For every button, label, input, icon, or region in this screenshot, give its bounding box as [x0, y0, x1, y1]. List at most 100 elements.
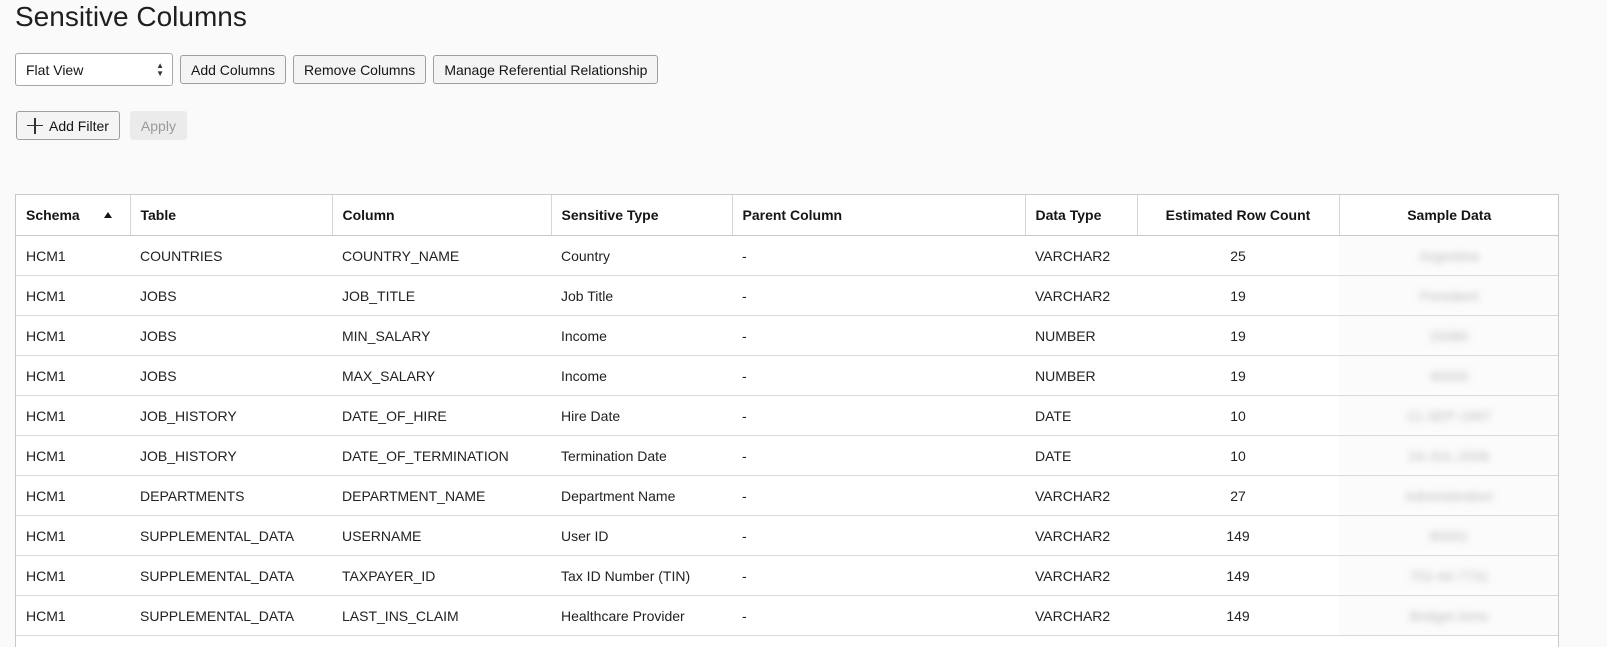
cell-estimated-row-count: 19: [1137, 275, 1339, 316]
sample-data-value: Bridget Aims: [1409, 607, 1489, 624]
table-row[interactable]: HCM1 SUPPLEMENTAL_DATA TAXPAYER_ID Tax ID N…: [16, 555, 1558, 596]
cell-table: SUPPLEMENTAL_DATA: [130, 555, 332, 596]
cell-parent-column: -: [732, 595, 1025, 636]
cell-sample-data: 21-SEP-1997: [1339, 395, 1558, 436]
header-sensitive-type[interactable]: Sensitive Type: [551, 195, 733, 236]
cell-parent-column: -: [732, 315, 1025, 356]
header-sample-data[interactable]: Sample Data: [1339, 195, 1558, 236]
sample-data-value: 21-SEP-1997: [1406, 407, 1492, 424]
cell-parent-column: -: [732, 355, 1025, 396]
view-select-value: Flat View: [26, 61, 84, 78]
cell-sample-data: 80001: [1339, 515, 1558, 556]
sort-ascending-icon[interactable]: [103, 212, 112, 218]
cell-sample-data: 20080: [1339, 315, 1558, 356]
cell-schema: HCM1: [16, 435, 130, 476]
cell-schema: HCM1: [16, 355, 130, 396]
cell-parent-column: -: [732, 235, 1025, 276]
cell-data-type: VARCHAR2: [1025, 235, 1137, 276]
sample-data-value: 24-JUL-2006: [1408, 447, 1490, 464]
cell-data-type: VARCHAR2: [1025, 555, 1137, 596]
cell-estimated-row-count: 25: [1137, 235, 1339, 276]
apply-button[interactable]: Apply: [129, 111, 187, 140]
table-header-row: Schema Table Column Sensitive Type Paren…: [16, 195, 1558, 236]
add-columns-button[interactable]: Add Columns: [180, 55, 287, 84]
header-data-type[interactable]: Data Type: [1025, 195, 1138, 236]
table-row[interactable]: HCM1 JOBS MAX_SALARY Income - NUMBER 19 40000: [16, 355, 1558, 396]
table-row[interactable]: HCM1 JOB_HISTORY DATE_OF_HIRE Hire Date - DAT…: [16, 395, 1558, 436]
cell-sensitive-type: Termination Date: [551, 435, 732, 476]
table-body: HCM1 COUNTRIES COUNTRY_NAME Country - VARCHAR…: [16, 235, 1558, 636]
sample-data-value: 702-44-7731: [1409, 567, 1489, 584]
cell-schema: HCM1: [16, 275, 130, 316]
cell-table: SUPPLEMENTAL_DATA: [130, 595, 332, 636]
cell-schema: HCM1: [16, 595, 130, 636]
cell-table: JOBS: [130, 355, 332, 396]
sample-data-value: Administration: [1404, 487, 1494, 504]
cell-column: JOB_TITLE: [332, 275, 551, 316]
cell-sample-data: Bridget Aims: [1339, 595, 1558, 636]
cell-data-type: VARCHAR2: [1025, 475, 1137, 516]
cell-column: TAXPAYER_ID: [332, 555, 551, 596]
cell-sensitive-type: Job Title: [551, 275, 732, 316]
table-row[interactable]: HCM1 SUPPLEMENTAL_DATA LAST_INS_CLAIM Healt…: [16, 595, 1558, 636]
header-estimated-row-count[interactable]: Estimated Row Count: [1137, 195, 1340, 236]
cell-sample-data: Administration: [1339, 475, 1558, 516]
cell-estimated-row-count: 149: [1137, 555, 1339, 596]
cell-column: DATE_OF_TERMINATION: [332, 435, 551, 476]
view-select[interactable]: Flat View ▲ ▼: [15, 53, 173, 86]
cell-table: JOB_HISTORY: [130, 395, 332, 436]
cell-data-type: NUMBER: [1025, 355, 1137, 396]
cell-estimated-row-count: 149: [1137, 595, 1339, 636]
cell-data-type: VARCHAR2: [1025, 515, 1137, 556]
cell-parent-column: -: [732, 435, 1025, 476]
cell-schema: HCM1: [16, 475, 130, 516]
cell-estimated-row-count: 27: [1137, 475, 1339, 516]
cell-table: SUPPLEMENTAL_DATA: [130, 515, 332, 556]
cell-data-type: NUMBER: [1025, 315, 1137, 356]
cell-data-type: DATE: [1025, 435, 1137, 476]
header-column[interactable]: Column: [332, 195, 552, 236]
table-row[interactable]: HCM1 SUPPLEMENTAL_DATA USERNAME User ID - VAR…: [16, 515, 1558, 556]
cell-column: LAST_INS_CLAIM: [332, 595, 551, 636]
cell-column: MAX_SALARY: [332, 355, 551, 396]
sample-data-value: 80001: [1429, 527, 1469, 544]
cell-schema: HCM1: [16, 555, 130, 596]
manage-referential-relationship-button[interactable]: Manage Referential Relationship: [433, 55, 659, 84]
cell-column: USERNAME: [332, 515, 551, 556]
table-row[interactable]: HCM1 DEPARTMENTS DEPARTMENT_NAME Department…: [16, 475, 1558, 516]
table-row[interactable]: HCM1 COUNTRIES COUNTRY_NAME Country - VARCHAR…: [16, 235, 1558, 276]
cell-data-type: DATE: [1025, 395, 1137, 436]
cell-estimated-row-count: 19: [1137, 355, 1339, 396]
cell-estimated-row-count: 149: [1137, 515, 1339, 556]
header-schema[interactable]: Schema: [16, 195, 131, 236]
filter-row: Add Filter Apply: [16, 111, 187, 140]
cell-estimated-row-count: 10: [1137, 395, 1339, 436]
sensitive-columns-table: Schema Table Column Sensitive Type Paren…: [15, 194, 1559, 647]
sample-data-value: 20080: [1429, 327, 1469, 344]
sample-data-value: 40000: [1429, 367, 1469, 384]
cell-sensitive-type: User ID: [551, 515, 732, 556]
cell-sample-data: President: [1339, 275, 1558, 316]
table-row[interactable]: HCM1 JOBS JOB_TITLE Job Title - VARCHAR2 19 Pre…: [16, 275, 1558, 316]
add-filter-button[interactable]: Add Filter: [16, 111, 120, 140]
cell-column: DEPARTMENT_NAME: [332, 475, 551, 516]
cell-schema: HCM1: [16, 395, 130, 436]
cell-sensitive-type: Income: [551, 355, 732, 396]
cell-table: DEPARTMENTS: [130, 475, 332, 516]
cell-sample-data: Argentina: [1339, 235, 1558, 276]
cell-estimated-row-count: 19: [1137, 315, 1339, 356]
add-filter-label: Add Filter: [49, 117, 109, 134]
cell-schema: HCM1: [16, 235, 130, 276]
header-parent-column[interactable]: Parent Column: [732, 195, 1026, 236]
remove-columns-button[interactable]: Remove Columns: [293, 55, 427, 84]
table-row[interactable]: HCM1 JOB_HISTORY DATE_OF_TERMINATION Termin…: [16, 435, 1558, 476]
table-row[interactable]: HCM1 JOBS MIN_SALARY Income - NUMBER 19 20080: [16, 315, 1558, 356]
header-table[interactable]: Table: [130, 195, 333, 236]
cell-parent-column: -: [732, 475, 1025, 516]
cell-sensitive-type: Tax ID Number (TIN): [551, 555, 732, 596]
cell-column: MIN_SALARY: [332, 315, 551, 356]
plus-icon: [27, 117, 43, 134]
cell-schema: HCM1: [16, 515, 130, 556]
cell-sample-data: 24-JUL-2006: [1339, 435, 1558, 476]
select-arrows-icon: ▲ ▼: [156, 60, 164, 78]
